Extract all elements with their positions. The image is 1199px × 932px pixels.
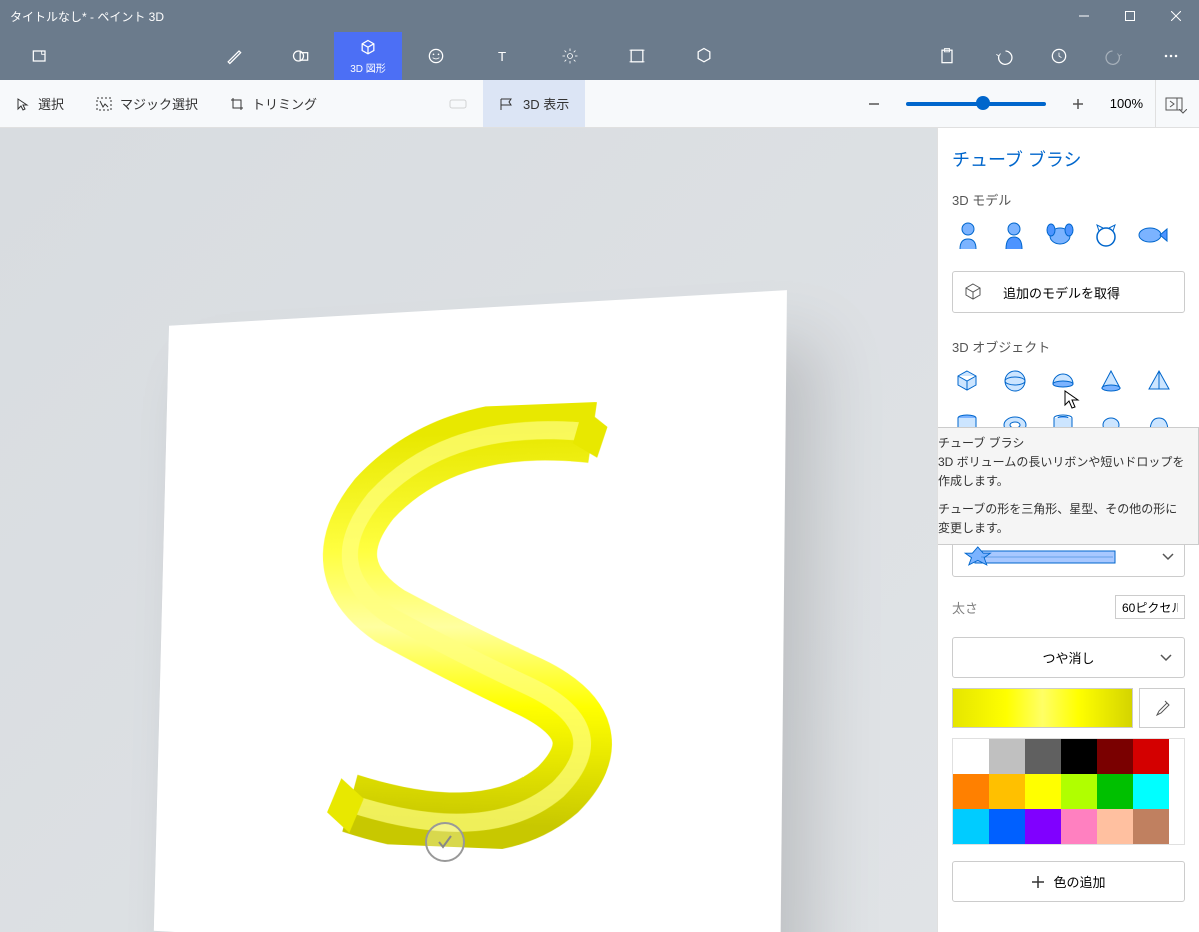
- objects-label: 3D オブジェクト: [952, 337, 1185, 356]
- zoom-slider[interactable]: [906, 102, 1046, 106]
- history-button[interactable]: [1031, 32, 1087, 80]
- material-label: つや消し: [1042, 648, 1094, 667]
- stickers-tab[interactable]: [402, 32, 469, 80]
- titlebar: タイトルなし* - ペイント 3D: [0, 0, 1199, 32]
- mouse-cursor: [1064, 390, 1080, 410]
- zoom-out-button[interactable]: [854, 97, 894, 111]
- get-more-label: 追加のモデルを取得: [1003, 283, 1120, 302]
- more-button[interactable]: [1143, 32, 1199, 80]
- 3d-view-label: 3D 表示: [523, 94, 569, 113]
- chevron-down-icon: [1160, 654, 1172, 662]
- effects-tab[interactable]: [536, 32, 603, 80]
- cursor-icon: [16, 97, 30, 111]
- zoom-percent[interactable]: 100%: [1098, 96, 1155, 111]
- color-swatch[interactable]: [1097, 739, 1133, 774]
- select-button[interactable]: 選択: [0, 80, 80, 127]
- zoom-in-button[interactable]: [1058, 97, 1098, 111]
- add-color-label: 色の追加: [1053, 872, 1105, 891]
- toggle-panel-button[interactable]: [1155, 80, 1199, 127]
- menu-tab[interactable]: [0, 32, 80, 80]
- size-label: 太さ: [952, 598, 978, 617]
- svg-text:T: T: [498, 49, 506, 64]
- color-swatch[interactable]: [1025, 739, 1061, 774]
- current-color-swatch[interactable]: [952, 688, 1133, 728]
- magic-select-icon: [96, 97, 112, 111]
- tooltip-line1: 3D ボリュームの長いリボンや短いドロップを作成します。: [938, 453, 1188, 491]
- ribbon: 3D 図形 T: [0, 32, 1199, 80]
- select-label: 選択: [38, 94, 64, 113]
- model-woman-icon[interactable]: [998, 219, 1030, 251]
- color-swatch[interactable]: [1061, 774, 1097, 809]
- color-swatch[interactable]: [1061, 739, 1097, 774]
- undo-button[interactable]: [975, 32, 1031, 80]
- color-swatch[interactable]: [1097, 774, 1133, 809]
- eyedropper-button[interactable]: [1139, 688, 1185, 728]
- close-button[interactable]: [1153, 0, 1199, 32]
- get-more-models-button[interactable]: 追加のモデルを取得: [952, 271, 1185, 313]
- size-input[interactable]: [1115, 595, 1185, 619]
- model-cat-icon[interactable]: [1090, 219, 1122, 251]
- color-swatch[interactable]: [1133, 809, 1169, 844]
- color-swatch[interactable]: [1133, 739, 1169, 774]
- chevron-down-icon: [1162, 553, 1174, 561]
- 3d-shapes-tab[interactable]: 3D 図形: [334, 32, 402, 80]
- side-panel: チューブ ブラシ 3D モデル 追加のモデルを取得 3D オブジェクト: [937, 128, 1199, 932]
- color-swatch[interactable]: [953, 809, 989, 844]
- 3d-shapes-label: 3D 図形: [350, 60, 386, 75]
- models-label: 3D モデル: [952, 190, 1185, 209]
- mr-icon: [449, 97, 467, 111]
- color-swatch[interactable]: [953, 774, 989, 809]
- color-swatch[interactable]: [1061, 809, 1097, 844]
- add-color-button[interactable]: 色の追加: [952, 861, 1185, 902]
- color-swatch[interactable]: [1025, 809, 1061, 844]
- redo-button[interactable]: [1087, 32, 1143, 80]
- sphere-object-icon[interactable]: [1000, 366, 1030, 396]
- commit-button[interactable]: [425, 822, 465, 862]
- canvas[interactable]: [154, 290, 787, 932]
- panel-title: チューブ ブラシ: [952, 146, 1185, 172]
- model-man-icon[interactable]: [952, 219, 984, 251]
- star-tube-preview: [963, 546, 1123, 568]
- paste-button[interactable]: [919, 32, 975, 80]
- crop-label: トリミング: [252, 94, 317, 113]
- crop-button[interactable]: トリミング: [214, 80, 333, 127]
- model-fish-icon[interactable]: [1136, 219, 1168, 251]
- tooltip-line2: チューブの形を三角形、星型、その他の形に変更します。: [938, 500, 1188, 538]
- material-dropdown[interactable]: つや消し: [952, 637, 1185, 678]
- text-tab[interactable]: T: [469, 32, 536, 80]
- model-dog-icon[interactable]: [1044, 219, 1076, 251]
- cube-object-icon[interactable]: [952, 366, 982, 396]
- canvas-area[interactable]: [0, 128, 937, 932]
- 3d-view-button[interactable]: 3D 表示: [483, 80, 585, 127]
- pyramid-object-icon[interactable]: [1144, 366, 1174, 396]
- 3d-library-tab[interactable]: [670, 32, 737, 80]
- plus-icon: [1031, 875, 1045, 889]
- color-swatch[interactable]: [1025, 774, 1061, 809]
- 2d-shapes-tab[interactable]: [267, 32, 334, 80]
- tube-s-shape[interactable]: [277, 399, 662, 855]
- window-title: タイトルなし* - ペイント 3D: [10, 8, 164, 25]
- toolbar: 選択 マジック選択 トリミング 3D 表示 100%: [0, 80, 1199, 128]
- zoom-thumb[interactable]: [976, 96, 990, 110]
- brushes-tab[interactable]: [200, 32, 267, 80]
- color-swatch[interactable]: [953, 739, 989, 774]
- minimize-button[interactable]: [1061, 0, 1107, 32]
- tooltip-title: チューブ ブラシ: [938, 434, 1188, 453]
- cone-object-icon[interactable]: [1096, 366, 1126, 396]
- color-swatch[interactable]: [989, 809, 1025, 844]
- canvas-tab[interactable]: [603, 32, 670, 80]
- color-palette: [952, 738, 1185, 845]
- tooltip: チューブ ブラシ 3D ボリュームの長いリボンや短いドロップを作成します。 チュ…: [937, 427, 1199, 545]
- color-swatch[interactable]: [989, 739, 1025, 774]
- magic-select-button[interactable]: マジック選択: [80, 80, 214, 127]
- mixed-reality-button[interactable]: [433, 80, 483, 127]
- cube-icon: [963, 282, 983, 302]
- magic-select-label: マジック選択: [120, 94, 198, 113]
- color-swatch[interactable]: [1097, 809, 1133, 844]
- crop-icon: [230, 97, 244, 111]
- color-swatch[interactable]: [989, 774, 1025, 809]
- flag-icon: [499, 97, 515, 111]
- color-swatch[interactable]: [1133, 774, 1169, 809]
- maximize-button[interactable]: [1107, 0, 1153, 32]
